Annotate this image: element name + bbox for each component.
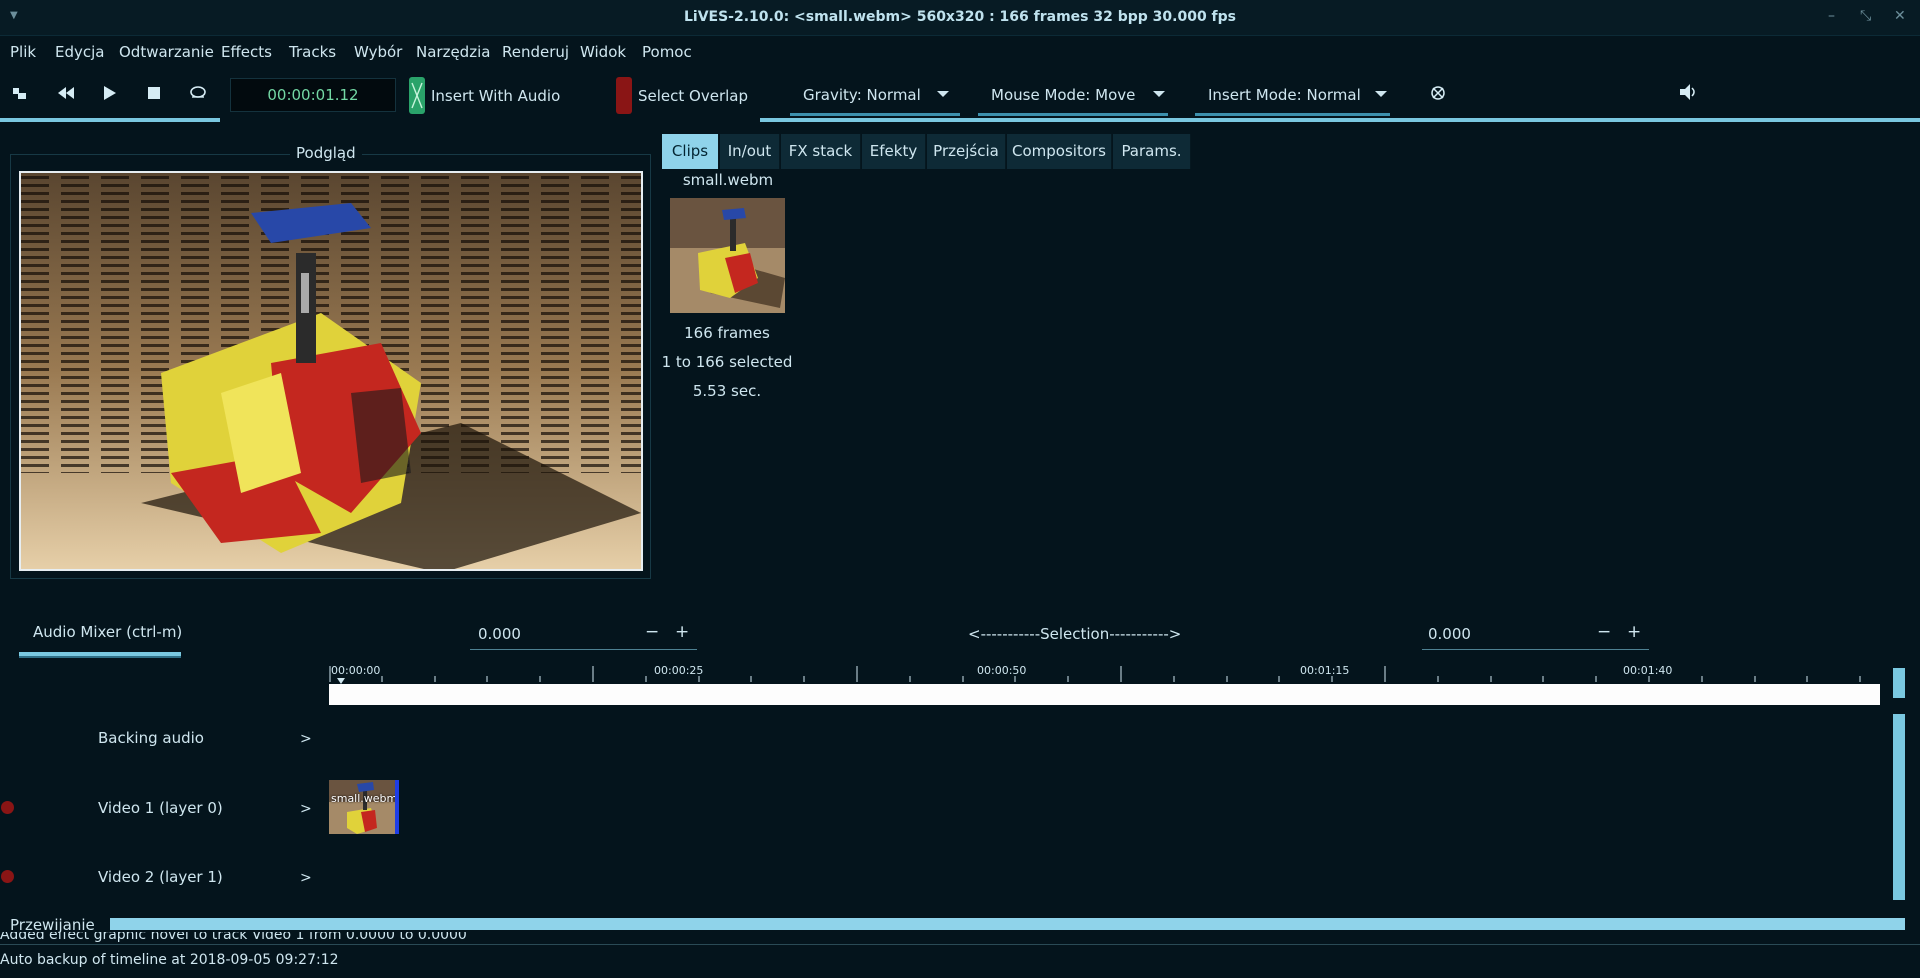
status-message-previous: Added effect graphic novel to track Vide… bbox=[0, 932, 467, 943]
play-icon[interactable] bbox=[104, 86, 116, 104]
menu-odtwarzanie[interactable]: Odtwarzanie bbox=[119, 43, 214, 61]
menu-effects[interactable]: Effects bbox=[221, 43, 272, 61]
insert-mode-dropdown[interactable]: Insert Mode: Normal bbox=[1208, 86, 1361, 104]
minimize-icon[interactable]: – bbox=[1828, 8, 1835, 24]
selection-start-decrement[interactable]: − bbox=[645, 622, 659, 642]
ruler-label: 00:01:40 bbox=[1623, 664, 1673, 677]
audio-mixer-underline bbox=[19, 652, 181, 658]
selection-start-underline bbox=[470, 649, 697, 650]
track-expander-backing-audio[interactable]: > bbox=[300, 731, 312, 747]
ruler-label: 00:01:15 bbox=[1300, 664, 1350, 677]
gravity-dropdown[interactable]: Gravity: Normal bbox=[803, 86, 921, 104]
timeline-clip-label: small.webm bbox=[331, 792, 398, 805]
loop-icon[interactable] bbox=[190, 85, 206, 103]
preview-title: Podgląd bbox=[290, 144, 362, 162]
track-label-video-1: Video 1 (layer 0) bbox=[98, 799, 223, 817]
timecode-display: 00:00:01.12 bbox=[230, 78, 396, 112]
mouse-mode-dropdown[interactable]: Mouse Mode: Move bbox=[991, 86, 1135, 104]
timeline-time-bar[interactable] bbox=[329, 684, 1880, 705]
menu-edycja[interactable]: Edycja bbox=[55, 43, 104, 61]
menu-renderuj[interactable]: Renderuj bbox=[502, 43, 569, 61]
status-message: Auto backup of timeline at 2018-09-05 09… bbox=[0, 952, 339, 968]
clip-selected-range: 1 to 166 selected bbox=[661, 353, 793, 371]
track-label-backing-audio: Backing audio bbox=[98, 729, 204, 747]
track-label-video-2: Video 2 (layer 1) bbox=[98, 868, 223, 886]
tab-fx-stack[interactable]: FX stack bbox=[781, 134, 861, 169]
clip-frames: 166 frames bbox=[684, 324, 770, 342]
audio-mixer-button[interactable]: Audio Mixer (ctrl-m) bbox=[33, 623, 182, 641]
insert-with-audio-label[interactable]: Insert With Audio bbox=[431, 87, 560, 105]
scrub-bar[interactable] bbox=[110, 918, 1905, 930]
status-separator bbox=[0, 944, 1920, 945]
volume-icon[interactable] bbox=[1680, 84, 1698, 104]
window-title: LiVES-2.10.0: <small.webm> 560x320 : 166… bbox=[683, 9, 1237, 25]
toolbar-separator-gap bbox=[220, 118, 760, 122]
selection-end-decrement[interactable]: − bbox=[1597, 622, 1611, 642]
effects-icon[interactable] bbox=[1430, 85, 1446, 105]
track-expander-video-1[interactable]: > bbox=[300, 801, 312, 817]
record-icon[interactable] bbox=[1, 801, 14, 814]
stop-icon[interactable] bbox=[148, 87, 160, 103]
ruler-label: 00:00:00 bbox=[331, 664, 381, 677]
mouse-mode-underline bbox=[978, 113, 1168, 116]
track-expander-video-2[interactable]: > bbox=[300, 870, 312, 886]
menu-wybor[interactable]: Wybór bbox=[354, 43, 402, 61]
gravity-chevron-down-icon[interactable] bbox=[937, 91, 949, 97]
timeline-clip-block[interactable]: small.webm bbox=[329, 780, 399, 834]
select-overlap-label[interactable]: Select Overlap bbox=[638, 87, 748, 105]
vertical-scrollbar[interactable] bbox=[1893, 714, 1905, 900]
menu-tracks[interactable]: Tracks bbox=[289, 43, 336, 61]
selection-start-input[interactable]: 0.000 bbox=[478, 625, 521, 643]
select-overlap-toggle[interactable] bbox=[616, 77, 632, 114]
tab-clips[interactable]: Clips bbox=[662, 134, 719, 169]
tab-in-out[interactable]: In/out bbox=[720, 134, 780, 169]
insert-with-audio-toggle[interactable] bbox=[409, 77, 425, 114]
menu-plik[interactable]: Plik bbox=[10, 43, 36, 61]
stop-rewind-icon[interactable] bbox=[13, 88, 27, 104]
title-bar: ▼ LiVES-2.10.0: <small.webm> 560x320 : 1… bbox=[0, 0, 1920, 36]
tab-params[interactable]: Params. bbox=[1113, 134, 1191, 169]
selection-end-increment[interactable]: + bbox=[1627, 622, 1641, 642]
selection-start-increment[interactable]: + bbox=[675, 622, 689, 642]
tab-compositors[interactable]: Compositors bbox=[1007, 134, 1112, 169]
clip-name: small.webm bbox=[682, 171, 774, 189]
selection-end-underline bbox=[1422, 649, 1649, 650]
gravity-underline bbox=[790, 113, 960, 116]
menu-narzedzia[interactable]: Narzędzia bbox=[416, 43, 490, 61]
clip-thumbnail[interactable] bbox=[670, 198, 785, 313]
insert-mode-chevron-down-icon[interactable] bbox=[1375, 91, 1387, 97]
maximize-icon[interactable]: ⤡ bbox=[1860, 8, 1871, 24]
insert-mode-underline bbox=[1195, 113, 1390, 116]
preview-image bbox=[19, 171, 643, 571]
rewind-icon[interactable] bbox=[58, 87, 74, 103]
timeline-ruler[interactable]: 00:00:00 00:00:25 00:00:50 00:01:15 00:0… bbox=[329, 664, 1880, 684]
vertical-scrollbar-top[interactable] bbox=[1893, 668, 1905, 698]
menu-widok[interactable]: Widok bbox=[580, 43, 626, 61]
record-icon[interactable] bbox=[1, 870, 14, 883]
menu-bar: Plik Edycja Odtwarzanie Effects Tracks W… bbox=[0, 40, 1920, 64]
tab-efekty[interactable]: Efekty bbox=[862, 134, 926, 169]
ruler-label: 00:00:25 bbox=[654, 664, 704, 677]
selection-label: <-----------Selection-----------> bbox=[968, 625, 1182, 643]
clip-duration: 5.53 sec. bbox=[692, 382, 762, 400]
selection-end-input[interactable]: 0.000 bbox=[1428, 625, 1471, 643]
ruler-label: 00:00:50 bbox=[977, 664, 1027, 677]
menu-pomoc[interactable]: Pomoc bbox=[642, 43, 692, 61]
close-icon[interactable]: ✕ bbox=[1894, 8, 1906, 24]
tab-przejscia[interactable]: Przejścia bbox=[927, 134, 1006, 169]
mouse-mode-chevron-down-icon[interactable] bbox=[1153, 91, 1165, 97]
